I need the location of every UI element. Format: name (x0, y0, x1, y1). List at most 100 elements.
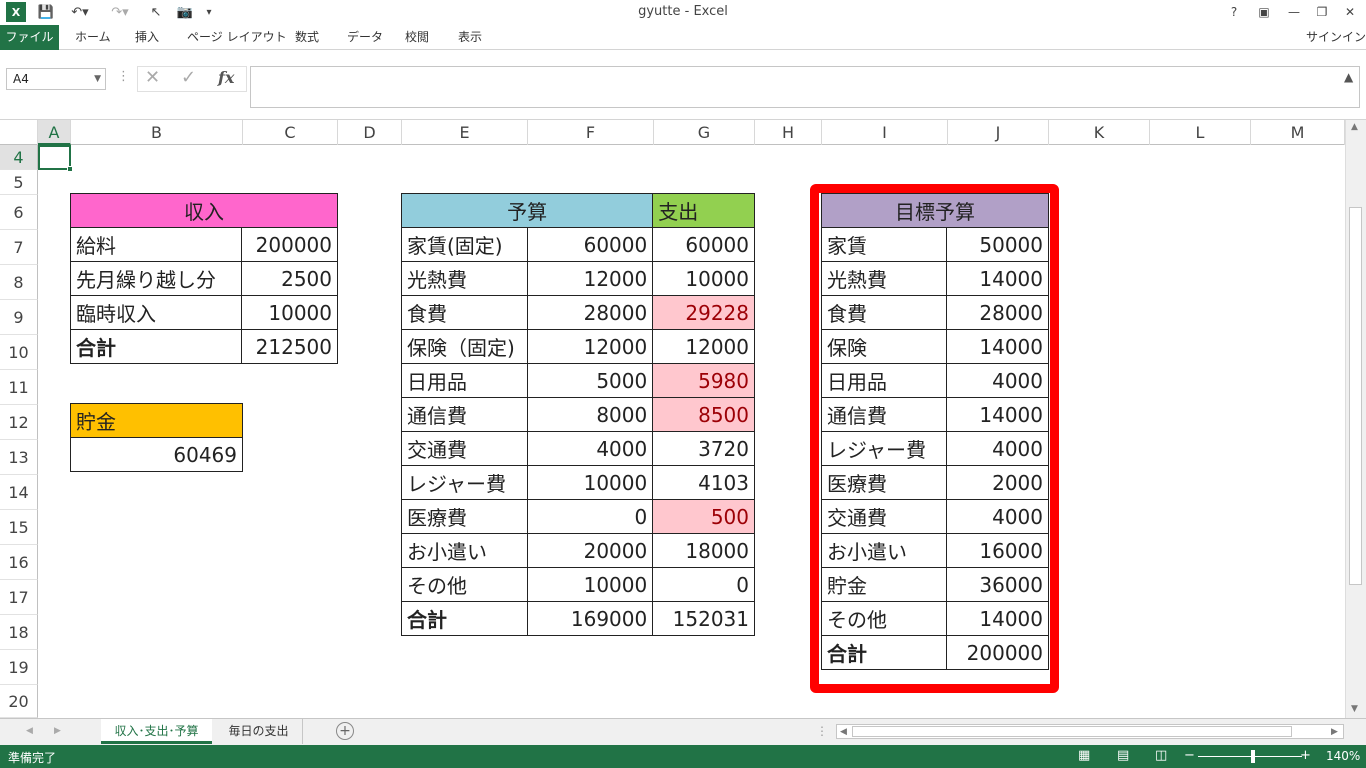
budget-label[interactable]: 光熱費 (401, 261, 528, 296)
income-label[interactable]: 先月繰り越し分 (69, 261, 243, 296)
row-header-16[interactable]: 16 (0, 545, 38, 580)
goal-label[interactable]: お小遣い (820, 533, 948, 568)
budget-value[interactable]: 10000 (526, 567, 654, 602)
scroll-right-icon[interactable]: ▶ (1331, 727, 1338, 737)
income-value[interactable]: 10000 (241, 295, 338, 330)
column-header-f[interactable]: F (528, 120, 654, 145)
chevron-down-icon[interactable]: ▼ (94, 69, 101, 89)
budget-label[interactable]: 医療費 (401, 499, 528, 534)
normal-view-icon[interactable]: ▦ (1078, 748, 1090, 763)
zoom-out-icon[interactable]: − (1184, 748, 1195, 763)
goal-value[interactable]: 14000 (946, 601, 1049, 636)
budget-label[interactable]: その他 (401, 567, 528, 602)
income-total-label[interactable]: 合計 (69, 329, 243, 364)
budget-value[interactable]: 60000 (526, 227, 654, 262)
spent-value[interactable]: 0 (652, 567, 755, 602)
scroll-tabs-right-icon[interactable]: ▶ (54, 726, 61, 736)
budget-value[interactable]: 28000 (526, 295, 654, 330)
budget-total-label[interactable]: 合計 (401, 601, 528, 636)
spent-value[interactable]: 10000 (652, 261, 755, 296)
goal-total-value[interactable]: 200000 (946, 635, 1049, 670)
spent-value-over[interactable]: 29228 (652, 295, 755, 330)
zoom-slider-knob[interactable] (1251, 750, 1255, 763)
spent-value[interactable]: 60000 (652, 227, 755, 262)
column-header-h[interactable]: H (755, 120, 822, 145)
goal-label[interactable]: 光熱費 (820, 261, 948, 296)
horizontal-scroll-thumb[interactable] (852, 726, 1292, 737)
column-header-b[interactable]: B (71, 120, 243, 145)
column-header-g[interactable]: G (654, 120, 755, 145)
budget-value[interactable]: 10000 (526, 465, 654, 500)
savings-value[interactable]: 60469 (70, 437, 243, 472)
vertical-scroll-thumb[interactable] (1349, 207, 1362, 585)
row-header-12[interactable]: 12 (0, 405, 38, 440)
goal-value[interactable]: 14000 (946, 397, 1049, 432)
scroll-tabs-left-icon[interactable]: ◀ (26, 726, 33, 736)
split-handle-icon[interactable]: ⋮ (816, 724, 828, 738)
income-total-value[interactable]: 212500 (241, 329, 338, 364)
spent-header[interactable]: 支出 (652, 193, 755, 228)
tab-data[interactable]: データ (337, 25, 393, 50)
ribbon-display-icon[interactable]: ▣ (1250, 2, 1278, 22)
goal-value[interactable]: 36000 (946, 567, 1049, 602)
tab-page-layout[interactable]: ページ レイアウト (177, 25, 297, 50)
column-header-e[interactable]: E (402, 120, 528, 145)
goal-value[interactable]: 28000 (946, 295, 1049, 330)
tab-formulas[interactable]: 数式 (285, 25, 329, 50)
row-header-7[interactable]: 7 (0, 230, 38, 265)
sign-in-link[interactable]: サインイン (1306, 25, 1366, 50)
add-sheet-icon[interactable]: + (336, 722, 354, 740)
budget-header[interactable]: 予算 (400, 193, 654, 228)
goal-header[interactable]: 目標予算 (821, 193, 1049, 228)
column-header-m[interactable]: M (1251, 120, 1345, 145)
spent-value[interactable]: 3720 (652, 431, 755, 466)
goal-label[interactable]: 家賃 (820, 227, 948, 262)
row-header-15[interactable]: 15 (0, 510, 38, 545)
drag-handle-icon[interactable]: ⋮ (117, 69, 130, 84)
budget-value[interactable]: 8000 (526, 397, 654, 432)
zoom-level[interactable]: 140% (1326, 749, 1360, 763)
help-icon[interactable]: ? (1220, 2, 1248, 22)
column-header-c[interactable]: C (243, 120, 338, 145)
spent-value-over[interactable]: 500 (652, 499, 755, 534)
enter-icon[interactable]: ✓ (181, 67, 196, 88)
goal-value[interactable]: 14000 (946, 329, 1049, 364)
name-box[interactable]: A4 ▼ (6, 68, 106, 90)
budget-value[interactable]: 12000 (526, 329, 654, 364)
goal-label[interactable]: 通信費 (820, 397, 948, 432)
row-header-19[interactable]: 19 (0, 650, 38, 685)
goal-value[interactable]: 2000 (946, 465, 1049, 500)
goal-value[interactable]: 4000 (946, 499, 1049, 534)
row-header-14[interactable]: 14 (0, 475, 38, 510)
sheet-tab-income-budget[interactable]: 収入･支出･予算 (101, 719, 212, 744)
spent-value[interactable]: 4103 (652, 465, 755, 500)
column-header-k[interactable]: K (1049, 120, 1150, 145)
spent-value[interactable]: 12000 (652, 329, 755, 364)
page-layout-view-icon[interactable]: ▤ (1117, 748, 1129, 763)
goal-value[interactable]: 16000 (946, 533, 1049, 568)
column-header-d[interactable]: D (338, 120, 402, 145)
cancel-icon[interactable]: ✕ (145, 67, 160, 88)
collapse-formula-bar-icon[interactable]: ▲ (1344, 70, 1353, 84)
tab-review[interactable]: 校閲 (395, 25, 439, 50)
zoom-in-icon[interactable]: + (1300, 748, 1311, 763)
spent-value-over[interactable]: 8500 (652, 397, 755, 432)
goal-label[interactable]: レジャー費 (820, 431, 948, 466)
savings-header[interactable]: 貯金 (70, 403, 243, 438)
budget-label[interactable]: お小遣い (401, 533, 528, 568)
budget-label[interactable]: 保険（固定) (401, 329, 528, 364)
fill-handle[interactable] (67, 166, 73, 172)
goal-value[interactable]: 4000 (946, 363, 1049, 398)
budget-label[interactable]: 交通費 (401, 431, 528, 466)
page-break-view-icon[interactable]: ◫ (1155, 748, 1167, 763)
budget-total-value[interactable]: 169000 (526, 601, 654, 636)
tab-insert[interactable]: 挿入 (125, 25, 169, 50)
row-header-9[interactable]: 9 (0, 300, 38, 335)
budget-value[interactable]: 20000 (526, 533, 654, 568)
close-icon[interactable]: ✕ (1336, 2, 1364, 22)
tab-file[interactable]: ファイル (0, 25, 59, 50)
scroll-up-icon[interactable]: ▲ (1351, 122, 1358, 132)
goal-label[interactable]: 交通費 (820, 499, 948, 534)
row-header-6[interactable]: 6 (0, 195, 38, 230)
budget-label[interactable]: レジャー費 (401, 465, 528, 500)
